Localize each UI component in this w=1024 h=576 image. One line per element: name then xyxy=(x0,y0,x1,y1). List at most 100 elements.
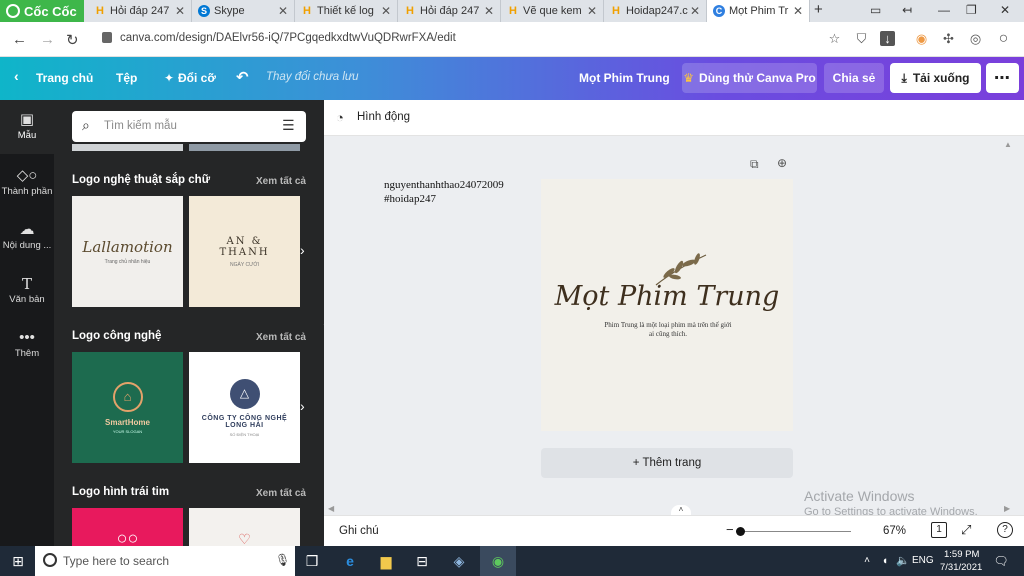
puzzle-icon[interactable]: ✣ xyxy=(941,31,956,46)
forward-icon[interactable]: → xyxy=(40,31,55,48)
notification-icon[interactable]: 🗨 xyxy=(992,552,1010,570)
browser-tab[interactable]: H Hỏi đáp 247 ✕ xyxy=(398,0,501,22)
profile-icon[interactable]: ○ xyxy=(996,31,1011,47)
bookmark-star-icon[interactable]: ☆ xyxy=(827,31,842,46)
maximize-icon[interactable]: ❐ xyxy=(966,3,977,17)
browser-tab-active[interactable]: C Mọt Phim Tr ✕ xyxy=(707,0,810,22)
volume-icon[interactable]: 🔈 xyxy=(894,552,912,570)
windows-taskbar: ⊞ Type here to search 🎙 ❒ e ▆ ⊟ ◈ ◉ ˄ ◖ … xyxy=(0,546,1024,576)
see-all-link[interactable]: Xem tất cả xyxy=(256,488,306,499)
store-icon[interactable]: ⊟ xyxy=(413,552,431,570)
file-explorer-icon[interactable]: ▆ xyxy=(377,552,395,570)
filter-icon[interactable]: ☰ xyxy=(282,117,295,134)
template-thumbnail[interactable]: AN & THANH NGÀY CƯỚI xyxy=(189,196,300,307)
close-window-icon[interactable]: ✕ xyxy=(1000,3,1010,17)
cast-icon[interactable]: ▭ xyxy=(870,3,881,17)
coccoc-taskbar-button[interactable]: ◉ xyxy=(480,546,516,576)
try-pro-button[interactable]: ♛ Dùng thử Canva Pro xyxy=(682,63,817,93)
browser-tab[interactable]: H Thiết kế log ✕ xyxy=(295,0,398,22)
app-icon[interactable]: ◈ xyxy=(450,552,468,570)
template-thumbnail[interactable]: Lallamotion Trang chủ nhãn hiệu xyxy=(72,196,183,307)
shield-icon[interactable]: ⛉ xyxy=(854,31,869,46)
scroll-up-icon[interactable]: ▲ xyxy=(1004,140,1012,149)
see-all-link[interactable]: Xem tất cả xyxy=(256,176,306,187)
design-title-text[interactable]: Mọt Phim Trung xyxy=(541,281,793,312)
design-title[interactable]: Mọt Phim Trung xyxy=(579,71,670,85)
template-search-input[interactable]: ⌕ Tìm kiếm mẫu ☰ xyxy=(72,111,306,142)
template-thumbnail[interactable]: ⌂ SmartHome YOUR SLOGAN xyxy=(72,352,183,463)
notes-button[interactable]: Ghi chú xyxy=(339,525,379,537)
see-all-link[interactable]: Xem tất cả xyxy=(256,332,306,343)
download-icon[interactable]: ↓ xyxy=(880,31,895,46)
browser-tab[interactable]: H Vẽ que kem ✕ xyxy=(501,0,604,22)
scroll-right-icon[interactable]: ▶ xyxy=(1004,504,1010,513)
design-subtitle-text[interactable]: Phim Trung là một loại phim mà trên thế … xyxy=(603,321,733,339)
tray-chevron-icon[interactable]: ˄ xyxy=(858,552,876,570)
template-thumbnail[interactable]: ♡ xyxy=(189,508,300,546)
close-tab-icon[interactable]: ✕ xyxy=(175,4,185,18)
help-icon[interactable]: ? xyxy=(997,522,1013,538)
download-button[interactable]: ⤓ Tải xuống xyxy=(890,63,981,93)
rail-item-text[interactable]: T Văn bản xyxy=(0,268,54,318)
browser-tab[interactable]: H Hỏi đáp 247 ✕ xyxy=(88,0,192,22)
close-tab-icon[interactable]: ✕ xyxy=(484,4,494,18)
minimize-icon[interactable]: — xyxy=(938,3,950,17)
extension-icon[interactable]: ◉ xyxy=(914,31,929,46)
close-tab-icon[interactable]: ✕ xyxy=(690,4,700,18)
design-page[interactable]: Mọt Phim Trung Phim Trung là một loại ph… xyxy=(541,179,793,431)
animate-button[interactable]: Hình động xyxy=(357,111,410,123)
add-page-button[interactable]: + Thêm trang xyxy=(541,448,793,478)
url-field[interactable]: canva.com/design/DAElvr56-iQ/7PCgqedkxdt… xyxy=(120,32,456,44)
scroll-left-icon[interactable]: ◀ xyxy=(328,504,334,513)
coccoc-icon: ◉ xyxy=(491,553,505,569)
back-history-icon[interactable]: ↤ xyxy=(902,3,912,17)
zoom-slider-track[interactable] xyxy=(736,531,851,532)
microphone-icon[interactable]: 🎙 xyxy=(275,553,290,567)
template-thumbnail[interactable]: ○○ xyxy=(72,508,183,546)
undo-icon[interactable]: ↶ xyxy=(236,68,249,86)
more-options-button[interactable]: ⋯ xyxy=(986,63,1019,93)
back-icon[interactable]: ← xyxy=(12,31,27,48)
search-icon xyxy=(43,553,57,567)
prev-thumb-edge xyxy=(189,144,300,151)
browser-tab[interactable]: H Hoidap247.c ✕ xyxy=(604,0,707,22)
coccoc-brand-button[interactable]: Cốc Cốc xyxy=(0,0,84,22)
taskbar-search-input[interactable]: Type here to search 🎙 xyxy=(35,546,295,576)
home-link[interactable]: Trang chủ xyxy=(36,71,93,85)
zoom-slider-thumb[interactable] xyxy=(736,527,745,536)
chevron-right-icon[interactable]: › xyxy=(300,242,305,258)
chevron-right-icon[interactable]: › xyxy=(300,398,305,414)
network-icon[interactable]: ◖ xyxy=(876,552,894,570)
duplicate-page-icon[interactable]: ⧉ xyxy=(750,157,759,172)
reload-icon[interactable]: ↻ xyxy=(66,31,79,49)
hoidap-favicon-icon: H xyxy=(509,5,517,17)
rail-label: Thêm xyxy=(14,348,40,359)
fullscreen-icon[interactable]: ⤢ xyxy=(961,522,971,538)
close-tab-icon[interactable]: ✕ xyxy=(278,4,288,18)
rail-item-templates[interactable]: ▣ Mẫu xyxy=(0,100,54,154)
rail-item-more[interactable]: ••• Thêm xyxy=(0,322,54,372)
zoom-level[interactable]: 67% xyxy=(883,525,906,537)
new-tab-icon[interactable]: + xyxy=(814,1,823,18)
template-thumbnail[interactable]: △ CÔNG TY CÔNG NGHỆ LONG HẢI SỐ ĐIỆN THO… xyxy=(189,352,300,463)
close-tab-icon[interactable]: ✕ xyxy=(587,4,597,18)
share-button[interactable]: Chia sẻ xyxy=(824,63,884,93)
resize-menu[interactable]: Đổi cỡ xyxy=(178,71,216,85)
rail-item-elements[interactable]: ◇○ Thành phần xyxy=(0,160,54,210)
file-menu[interactable]: Tệp xyxy=(116,71,137,85)
browser-tab[interactable]: S Skype ✕ xyxy=(192,0,295,22)
windows-start-icon[interactable]: ⊞ xyxy=(9,552,27,570)
edge-icon[interactable]: e xyxy=(341,552,359,570)
clock-time: 1:59 PM xyxy=(944,549,980,560)
task-view-icon[interactable]: ❒ xyxy=(303,552,321,570)
close-tab-icon[interactable]: ✕ xyxy=(793,4,803,18)
rail-item-uploads[interactable]: ☁ Nội dung ... xyxy=(0,214,54,264)
add-page-icon[interactable]: ⊕ xyxy=(777,156,787,170)
show-pages-icon[interactable]: ˄ xyxy=(671,505,691,515)
page-count-button[interactable]: 1 xyxy=(931,522,947,538)
account-icon[interactable]: ◎ xyxy=(968,31,983,46)
close-tab-icon[interactable]: ✕ xyxy=(381,4,391,18)
language-indicator[interactable]: ENG xyxy=(912,555,934,566)
download-label: Tải xuống xyxy=(912,71,970,85)
zoom-out-icon[interactable]: − xyxy=(726,522,734,537)
